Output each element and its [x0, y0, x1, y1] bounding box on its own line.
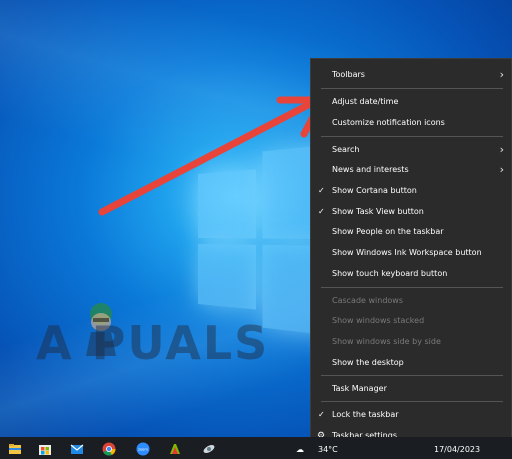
menu-item-show-ink-workspace[interactable]: Show Windows Ink Workspace button [311, 244, 511, 262]
menu-item-label: Cascade windows [332, 296, 404, 305]
menu-item-show-windows-side-by-side[interactable]: Show windows side by side [311, 333, 511, 351]
taskbar-mail[interactable] [64, 437, 90, 459]
checkmark-icon: ✓ [318, 186, 325, 195]
menu-item-search[interactable]: Search › [311, 141, 511, 159]
taskbar-chrome[interactable] [96, 437, 122, 459]
chevron-right-icon: › [499, 143, 504, 156]
menu-item-label: Search [332, 145, 360, 154]
menu-item-label: Task Manager [332, 384, 387, 393]
menu-item-label: Show windows side by side [332, 337, 441, 346]
menu-separator [321, 401, 503, 402]
menu-item-task-manager[interactable]: Task Manager [311, 380, 511, 398]
checkmark-icon: ✓ [318, 410, 325, 419]
menu-separator [321, 375, 503, 376]
menu-item-show-task-view-button[interactable]: ✓ Show Task View button [311, 203, 511, 221]
chevron-right-icon: › [499, 68, 504, 81]
snip-icon [170, 444, 180, 454]
menu-item-news-and-interests[interactable]: News and interests › [311, 161, 511, 179]
taskbar-satellite[interactable] [196, 437, 222, 459]
file-explorer-icon [9, 444, 21, 454]
menu-item-label: Customize notification icons [332, 118, 445, 127]
menu-item-show-touch-keyboard[interactable]: Show touch keyboard button [311, 265, 511, 283]
taskbar-zoom[interactable]: zoom [130, 437, 156, 459]
menu-item-label: Show the desktop [332, 358, 404, 367]
menu-item-show-windows-stacked[interactable]: Show windows stacked [311, 312, 511, 330]
menu-item-show-the-desktop[interactable]: Show the desktop [311, 354, 511, 372]
menu-item-label: Show Cortana button [332, 186, 417, 195]
taskbar-snip[interactable] [162, 437, 188, 459]
menu-item-label: Lock the taskbar [332, 410, 399, 419]
menu-item-show-cortana-button[interactable]: ✓ Show Cortana button [311, 182, 511, 200]
menu-item-label: Show People on the taskbar [332, 227, 444, 236]
menu-item-lock-the-taskbar[interactable]: ✓ Lock the taskbar [311, 406, 511, 424]
menu-item-label: Toolbars [332, 70, 365, 79]
checkmark-icon: ✓ [318, 207, 325, 216]
zoom-label: zoom [138, 448, 148, 452]
menu-separator [321, 88, 503, 89]
taskbar-file-explorer[interactable] [2, 437, 28, 459]
mail-icon [70, 444, 84, 454]
chevron-right-icon: › [499, 163, 504, 176]
zoom-icon: zoom [136, 442, 150, 456]
microsoft-store-icon [39, 445, 51, 455]
menu-item-label: Show Windows Ink Workspace button [332, 248, 482, 257]
satellite-icon [203, 445, 215, 453]
menu-separator [321, 287, 503, 288]
menu-item-label: News and interests [332, 165, 409, 174]
menu-item-label: Show windows stacked [332, 316, 425, 325]
menu-item-adjust-date-time[interactable]: Adjust date/time [311, 93, 511, 111]
menu-item-label: Adjust date/time [332, 97, 399, 106]
appuals-watermark: A PUALS [36, 316, 270, 370]
taskbar-date[interactable]: 17/04/2023 [434, 445, 480, 454]
chrome-icon [102, 442, 116, 456]
menu-item-label: Show touch keyboard button [332, 269, 448, 278]
menu-item-toolbars[interactable]: Toolbars › [311, 66, 511, 84]
menu-item-customize-notification-icons[interactable]: Customize notification icons [311, 114, 511, 132]
weather-icon[interactable]: ☁ [296, 445, 304, 454]
menu-item-show-people[interactable]: Show People on the taskbar [311, 223, 511, 241]
menu-separator [321, 136, 503, 137]
menu-item-cascade-windows[interactable]: Cascade windows [311, 292, 511, 310]
taskbar-context-menu: Toolbars › Adjust date/time Customize no… [310, 58, 512, 449]
taskbar[interactable]: zoom ☁ 34°C 17/04/2023 [0, 437, 512, 459]
weather-temperature[interactable]: 34°C [318, 445, 338, 454]
taskbar-microsoft-store[interactable] [32, 437, 58, 459]
menu-item-label: Show Task View button [332, 207, 424, 216]
